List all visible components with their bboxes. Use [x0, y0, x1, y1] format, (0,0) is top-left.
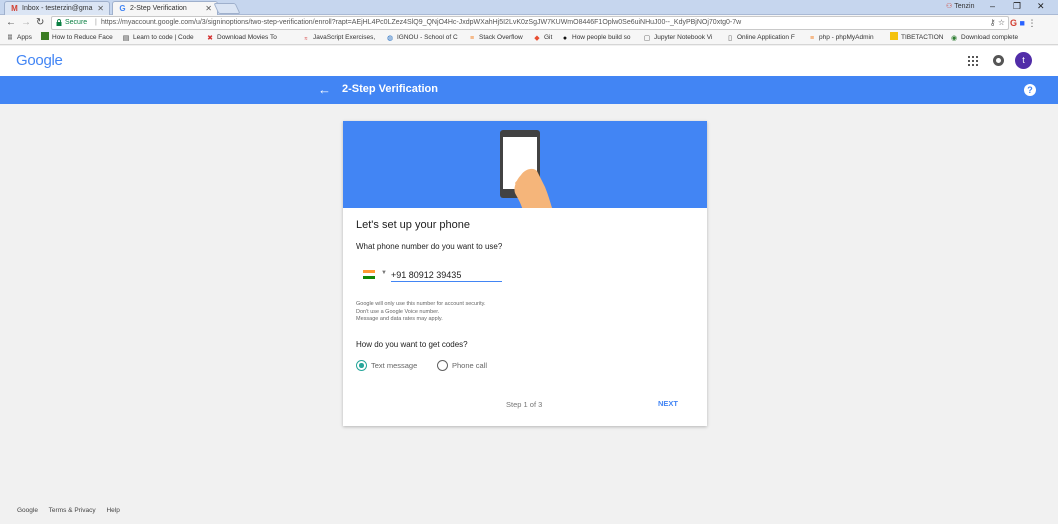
footer-link-google[interactable]: Google	[17, 507, 38, 514]
note-line: Google will only use this number for acc…	[356, 301, 486, 307]
footer-link-help[interactable]: Help	[106, 507, 119, 514]
text-message-radio[interactable]: Text message	[356, 360, 417, 372]
close-icon[interactable]: ✕	[205, 2, 212, 15]
india-flag-icon[interactable]	[363, 270, 375, 279]
page-icon: ▯	[728, 35, 732, 42]
note-line: Message and data rates may apply.	[356, 316, 443, 322]
bookmark-item[interactable]: ▯ Online Application F	[726, 32, 795, 44]
radio-label: Phone call	[452, 361, 488, 370]
tab-label: Inbox - testerzin@gma	[22, 5, 93, 12]
new-tab-button[interactable]	[213, 3, 241, 14]
url-separator: |	[95, 19, 97, 26]
restore-icon[interactable]: ❐	[1013, 1, 1021, 12]
bookmark-item[interactable]: ≡ Stack Overflow	[468, 32, 523, 44]
bookmark-item[interactable]: ▢ Jupyter Notebook Vi	[643, 32, 713, 44]
address-bar[interactable]: Secure | https://myaccount.google.com/u/…	[51, 16, 1009, 30]
profile-badge[interactable]: ⚇ Tenzin	[946, 2, 974, 10]
note-line: Don't use a Google Voice number.	[356, 308, 440, 315]
footer: Google Terms & Privacy Help	[17, 507, 129, 514]
setup-card: Let's set up your phone What phone numbe…	[343, 121, 707, 426]
folder-icon	[890, 32, 898, 40]
close-icon[interactable]: ✕	[97, 2, 104, 15]
bookmark-favicon-icon	[41, 32, 49, 40]
profile-icon: ⚇	[946, 3, 955, 10]
minimize-icon[interactable]: –	[990, 1, 995, 11]
star-icon[interactable]: ☆	[998, 18, 1005, 27]
bookmark-apps[interactable]: ⠿ Apps	[6, 32, 32, 44]
git-icon: ◆	[534, 35, 540, 42]
phone-question: What phone number do you want to use?	[356, 242, 503, 251]
download-icon: ◉	[950, 35, 958, 42]
key-icon[interactable]: ⚷	[990, 18, 996, 27]
bookmark-item[interactable]: TIBETACTION	[890, 32, 944, 44]
secure-label: Secure	[65, 19, 88, 26]
gmail-icon: M	[11, 4, 18, 13]
footer-link-terms[interactable]: Terms & Privacy	[49, 507, 96, 514]
bookmark-item[interactable]: ● How people build so	[561, 32, 631, 44]
profile-name: Tenzin	[954, 3, 975, 10]
back-icon[interactable]: ←	[6, 17, 16, 29]
page-icon: ▤	[122, 35, 130, 42]
notifications-icon[interactable]	[993, 55, 1004, 66]
x-icon: ✖	[207, 35, 213, 42]
bookmark-item[interactable]: ▤ Learn to code | Code	[122, 32, 194, 44]
bookmark-item[interactable]: ◆ Git	[533, 32, 552, 44]
security-notes: Google will only use this number for acc…	[356, 301, 486, 324]
bookmark-item[interactable]: ≡ php - phpMyAdmin	[808, 32, 874, 44]
title-bar: ← 2-Step Verification ?	[0, 76, 1058, 104]
bookmark-item[interactable]: ◍ IGNOU - School of C	[386, 32, 458, 44]
codes-question: How do you want to get codes?	[356, 340, 468, 349]
google-logo[interactable]: Google	[16, 52, 63, 69]
close-window-icon[interactable]: ✕	[1037, 1, 1045, 12]
chevron-down-icon[interactable]: ▼	[381, 270, 387, 276]
apps-grid-icon: ⠿	[7, 35, 13, 42]
forward-icon[interactable]: →	[21, 17, 31, 29]
bookmarks-bar: ⠿ Apps How to Reduce Face ▤ Learn to code …	[0, 32, 1058, 45]
extension-icon[interactable]: G	[1010, 18, 1017, 28]
card-title: Let's set up your phone	[356, 219, 471, 231]
browser-toolbar: ← → ↻ Secure | https://myaccount.google.…	[0, 15, 1058, 32]
next-button[interactable]: NEXT	[651, 397, 685, 411]
menu-kebab-icon[interactable]: ⋮	[1027, 18, 1036, 28]
radio-label: Text message	[371, 361, 418, 370]
back-arrow-icon[interactable]: ←	[318, 82, 331, 97]
phone-number-input[interactable]	[391, 268, 502, 282]
w3-icon: ≈	[304, 36, 308, 42]
browser-tab-strip: M Inbox - testerzin@gma ✕ G 2-Step Verif…	[0, 0, 1058, 15]
lock-icon	[56, 19, 62, 26]
reload-icon[interactable]: ↻	[36, 17, 44, 29]
extension-square-icon[interactable]: ■	[1020, 18, 1025, 28]
bookmark-item[interactable]: ◉ Download complete	[950, 32, 1018, 44]
github-icon: ●	[562, 35, 568, 42]
phone-in-hand-icon	[500, 130, 553, 208]
bookmark-item[interactable]: How to Reduce Face	[41, 32, 113, 44]
radio-unselected-icon[interactable]	[437, 360, 448, 371]
stack-overflow-icon: ≡	[469, 35, 475, 42]
tab-2-step-verification[interactable]: G 2-Step Verification ✕	[112, 1, 218, 15]
url-text: https://myaccount.google.com/u/3/signino…	[101, 19, 742, 26]
tab-label: 2-Step Verification	[130, 5, 187, 12]
page-title: 2-Step Verification	[342, 83, 438, 95]
bookmark-item[interactable]: ≈ JavaScript Exercises,	[302, 32, 376, 44]
globe-icon: ◍	[386, 35, 394, 42]
radio-selected-icon[interactable]	[356, 360, 367, 371]
hero-banner	[343, 121, 707, 208]
logo-text: Google	[16, 52, 63, 69]
apps-grid-icon[interactable]	[968, 56, 978, 66]
page-icon: ▢	[643, 35, 651, 42]
google-icon: G	[119, 4, 126, 13]
phone-call-radio[interactable]: Phone call	[437, 360, 487, 372]
tab-inbox[interactable]: M Inbox - testerzin@gma ✕	[4, 1, 110, 15]
help-icon[interactable]: ?	[1024, 84, 1036, 96]
avatar[interactable]: t	[1015, 52, 1032, 69]
stack-overflow-icon: ≡	[809, 35, 815, 42]
step-indicator: Step 1 of 3	[506, 400, 543, 409]
bookmark-item[interactable]: ✖ Download Movies To	[206, 32, 277, 44]
google-header: Google t	[0, 46, 1058, 76]
